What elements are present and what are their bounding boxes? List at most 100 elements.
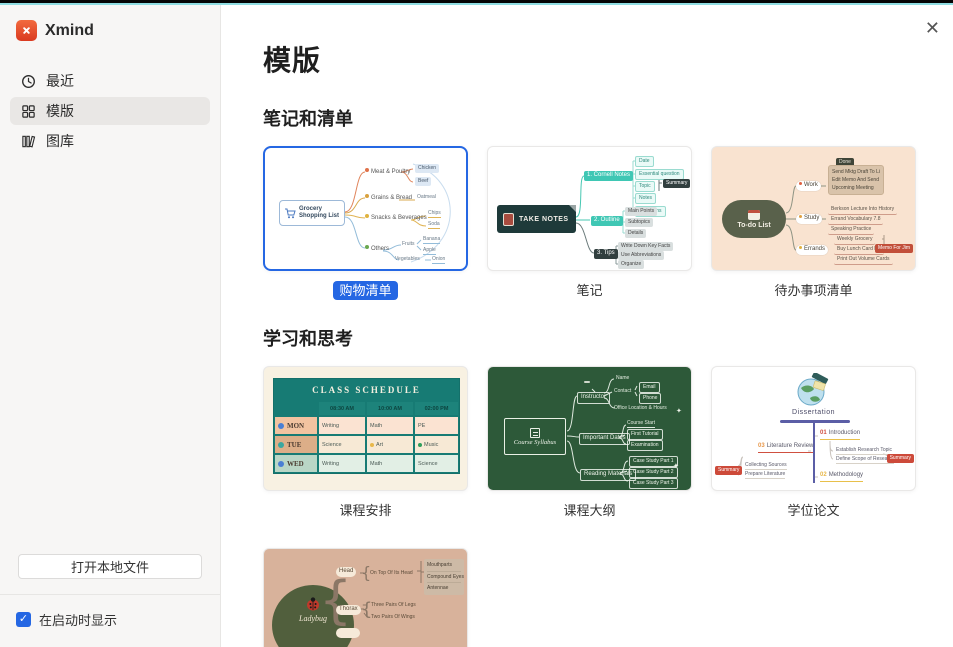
subtopic: Essential question xyxy=(635,169,684,180)
branch-label: Meat & Poultry xyxy=(365,168,410,177)
subtopic: Subtopics xyxy=(625,218,653,227)
subtopic: Three Pairs Of Legs xyxy=(371,602,416,608)
branch-label: Head xyxy=(336,567,356,577)
card-label: 笔记 xyxy=(487,280,692,301)
section-heading-notes-lists: 笔记和清单 xyxy=(263,105,953,131)
subtopic: Examination xyxy=(627,440,663,451)
subtopic: Main Points xyxy=(625,207,657,216)
memo-tag: Memo For Jim xyxy=(875,244,913,253)
trunk-bar xyxy=(780,420,850,423)
schedule-table: CLASS SCHEDULE 08:30 AM 10:00 AM 02:00 P… xyxy=(273,378,460,474)
schedule-cell: Math xyxy=(366,416,414,435)
subject-dot-icon xyxy=(418,443,422,447)
notes-card-preview[interactable]: TAKE NOTES 1. Cornell Notes Date Essenti… xyxy=(487,146,692,271)
subtopic: Collecting Sources xyxy=(745,462,787,470)
open-local-file-button[interactable]: 打开本地文件 xyxy=(18,554,202,579)
subtopic: Case Study Part 1 xyxy=(629,456,678,467)
subtopic: Oatmeal xyxy=(417,194,436,200)
schedule-cell: Music xyxy=(414,435,459,454)
subtopic: Banana xyxy=(423,236,440,244)
branch-label: 01Introduction xyxy=(820,430,860,440)
todo-card-preview[interactable]: To-do List Work Done Send Mktg Draft To … xyxy=(711,146,916,271)
subtopic: Two Pairs Of Wings xyxy=(371,614,415,620)
branch-label: Reading Materials xyxy=(580,469,636,481)
time-header: 08:30 AM xyxy=(318,401,366,416)
syllabus-center-node: Course Syllabus xyxy=(504,418,566,455)
subtopic: Course Start xyxy=(627,420,655,428)
subtopic: Fruits xyxy=(402,241,415,247)
subtopic: Prepare Literature xyxy=(745,471,785,479)
subtopic: Notes xyxy=(635,193,656,204)
subtopic: Date xyxy=(635,156,654,167)
subtopic: Case Study Part 3 xyxy=(629,478,678,489)
branch-label: 1. Cornell Notes xyxy=(584,171,633,181)
work-subtopics: Send Mktg Draft To Lisa Edit Memo And Se… xyxy=(828,165,884,195)
app-logo: Xmind xyxy=(0,5,220,51)
branch-label: Others xyxy=(365,245,389,254)
day-dot-icon xyxy=(278,461,284,467)
sidebar-item-templates[interactable]: 模版 xyxy=(10,97,210,125)
sidebar-item-label: 最近 xyxy=(46,71,74,91)
subtopic: Office Location & Hours xyxy=(614,405,667,411)
card-label-selected: 购物清单 xyxy=(333,281,397,300)
summary-node: Summary xyxy=(663,179,690,188)
branch-label: Thorax xyxy=(336,605,361,615)
main-content: ✕ 模版 笔记和清单 xyxy=(221,5,953,647)
star-icon: ✦ xyxy=(676,407,682,415)
day-cell: TUE xyxy=(274,435,318,454)
clock-icon xyxy=(21,74,36,89)
subtopic: Details xyxy=(625,229,646,238)
card-label: 课程大纲 xyxy=(487,500,692,521)
startup-checkbox-label: 在启动时显示 xyxy=(39,610,117,629)
startup-checkbox[interactable]: ✓ xyxy=(16,612,31,627)
corner-fold xyxy=(569,205,576,212)
subtopic: Case Study Part 2 xyxy=(629,467,678,478)
syllabus-card-preview[interactable]: Course Syllabus Instructor Name Contact … xyxy=(487,366,692,491)
dissertation-card-preview[interactable]: Dissertation 01Introduction Establish Re… xyxy=(711,366,916,491)
page-title: 模版 xyxy=(263,39,953,79)
day-cell: MON xyxy=(274,416,318,435)
subtopic: On Top Of Its Head xyxy=(370,570,413,576)
template-card-schedule: CLASS SCHEDULE 08:30 AM 10:00 AM 02:00 P… xyxy=(263,366,468,521)
close-icon[interactable]: ✕ xyxy=(925,19,940,37)
ladybug-card-preview[interactable]: Ladybug { Head { On Top Of Its Head Mout… xyxy=(263,548,468,647)
sidebar-item-recent[interactable]: 最近 xyxy=(10,67,210,95)
branch-label: Study xyxy=(796,214,822,224)
head-subtopics: Mouthparts Compound Eyes Antennae xyxy=(424,559,464,595)
subtopic: Write Down Key Facts xyxy=(618,242,673,251)
subtopic: Email xyxy=(639,382,660,393)
sidebar-spacer xyxy=(0,157,220,554)
sidebar-footer: ✓ 在启动时显示 xyxy=(0,594,220,647)
subtopic: Weekly Grocery xyxy=(834,235,875,245)
template-card-dissertation: Dissertation 01Introduction Establish Re… xyxy=(711,366,916,521)
branch-label: Grains & Bread xyxy=(365,194,412,203)
library-icon xyxy=(21,134,36,149)
xmind-start-window: Xmind 最近 模版 xyxy=(0,5,953,647)
notes-center-node: TAKE NOTES xyxy=(497,205,576,233)
branch-label: Work xyxy=(796,181,821,191)
card-label-row: 购物清单 xyxy=(263,280,468,301)
subtopic: Organize xyxy=(618,260,644,269)
cards-row-2: CLASS SCHEDULE 08:30 AM 10:00 AM 02:00 P… xyxy=(263,366,953,521)
attachment-tag xyxy=(584,381,590,383)
grocery-card-preview[interactable]: GroceryShopping List Meat & Poultry Chic… xyxy=(263,146,468,271)
subtopic: Establish Research Topic xyxy=(836,447,892,455)
subtopic: Define Scope of Research xyxy=(836,456,894,464)
subtopic: Contact xyxy=(614,388,631,394)
schedule-cell: Science xyxy=(318,435,366,454)
card-label: 学位论文 xyxy=(711,500,916,521)
time-header: 10:00 AM xyxy=(366,401,414,416)
cards-row-1: GroceryShopping List Meat & Poultry Chic… xyxy=(263,146,953,301)
branch-label xyxy=(336,628,360,638)
cards-row-3: Ladybug { Head { On Top Of Its Head Mout… xyxy=(263,548,953,647)
subtopic: Soda xyxy=(428,221,440,229)
subtopic: Name xyxy=(616,375,629,381)
subtopic: Topic xyxy=(635,181,655,192)
schedule-card-preview[interactable]: CLASS SCHEDULE 08:30 AM 10:00 AM 02:00 P… xyxy=(263,366,468,491)
sidebar-item-label: 图库 xyxy=(46,131,74,151)
node-label: Course Syllabus xyxy=(514,439,556,446)
brace-icon: { xyxy=(319,571,352,631)
summary-pill: Summary xyxy=(887,454,914,463)
branch-label: Instructor xyxy=(577,392,610,404)
sidebar-item-gallery[interactable]: 图库 xyxy=(10,127,210,155)
